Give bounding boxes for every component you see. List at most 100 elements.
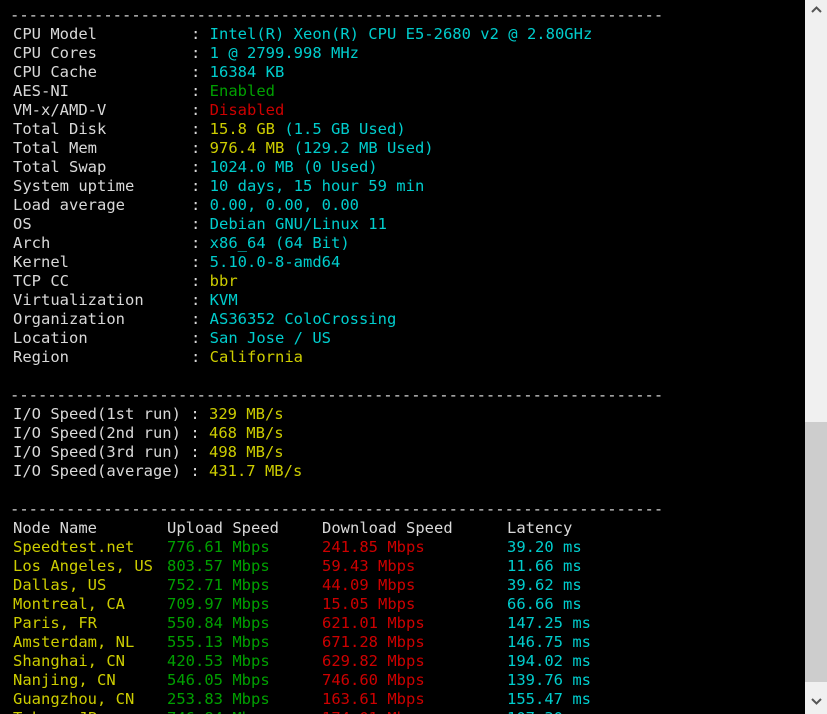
info-label: Virtualization bbox=[13, 291, 191, 310]
download-speed-cell: 671.28 Mbps bbox=[322, 633, 507, 652]
info-row: Region: California bbox=[0, 348, 805, 367]
info-value-secondary: (129.2 MB Used) bbox=[284, 139, 433, 157]
info-row: Organization: AS36352 ColoCrossing bbox=[0, 310, 805, 329]
info-colon: : bbox=[191, 25, 210, 43]
info-label: Total Swap bbox=[13, 158, 191, 177]
info-value: Intel(R) Xeon(R) CPU E5-2680 v2 @ 2.80GH… bbox=[210, 25, 593, 43]
separator-top: ----------------------------------------… bbox=[0, 6, 805, 25]
latency-cell: 39.62 ms bbox=[507, 576, 582, 595]
info-label: OS bbox=[13, 215, 191, 234]
scroll-down-button[interactable] bbox=[805, 692, 827, 714]
info-colon: : bbox=[191, 158, 210, 176]
info-value: 15.8 GB bbox=[210, 120, 275, 138]
io-speed-label: I/O Speed(2nd run) bbox=[13, 424, 190, 442]
info-row: Arch: x86_64 (64 Bit) bbox=[0, 234, 805, 253]
info-row: Load average: 0.00, 0.00, 0.00 bbox=[0, 196, 805, 215]
speedtest-row: Speedtest.net776.61 Mbps241.85 Mbps39.20… bbox=[0, 538, 805, 557]
download-speed-cell: 629.82 Mbps bbox=[322, 652, 507, 671]
node-name-cell: Guangzhou, CN bbox=[13, 690, 167, 709]
info-label: VM-x/AMD-V bbox=[13, 101, 191, 120]
scrollbar-track[interactable] bbox=[805, 22, 827, 692]
speedtest-row: Los Angeles, US803.57 Mbps59.43 Mbps11.6… bbox=[0, 557, 805, 576]
info-row: Location: San Jose / US bbox=[0, 329, 805, 348]
speedtest-row: Tokyo, JP746.84 Mbps174.01 Mbps107.30 ms bbox=[0, 709, 805, 714]
info-colon: : bbox=[191, 44, 210, 62]
info-colon: : bbox=[191, 253, 210, 271]
chevron-down-icon bbox=[811, 698, 822, 705]
io-speed-label: I/O Speed(1st run) bbox=[13, 405, 190, 423]
io-speed-block: I/O Speed(1st run) : 329 MB/sI/O Speed(2… bbox=[0, 405, 805, 481]
download-speed-cell: 174.01 Mbps bbox=[322, 709, 507, 714]
download-speed-cell: 59.43 Mbps bbox=[322, 557, 507, 576]
info-colon: : bbox=[191, 310, 210, 328]
info-value: Debian GNU/Linux 11 bbox=[210, 215, 387, 233]
info-row: CPU Cores: 1 @ 2799.998 MHz bbox=[0, 44, 805, 63]
speedtest-row: Montreal, CA709.97 Mbps15.05 Mbps66.66 m… bbox=[0, 595, 805, 614]
info-row: CPU Model: Intel(R) Xeon(R) CPU E5-2680 … bbox=[0, 25, 805, 44]
speedtest-row: Guangzhou, CN253.83 Mbps163.61 Mbps155.4… bbox=[0, 690, 805, 709]
upload-speed-cell: 420.53 Mbps bbox=[167, 652, 322, 671]
io-speed-value: 329 MB/s bbox=[209, 405, 284, 423]
info-value: bbr bbox=[210, 272, 238, 290]
io-speed-value: 431.7 MB/s bbox=[209, 462, 302, 480]
info-row: Total Disk: 15.8 GB (1.5 GB Used) bbox=[0, 120, 805, 139]
info-colon: : bbox=[191, 215, 210, 233]
info-value: 0.00, 0.00, 0.00 bbox=[210, 196, 359, 214]
speedtest-row: Shanghai, CN420.53 Mbps629.82 Mbps194.02… bbox=[0, 652, 805, 671]
vertical-scrollbar[interactable] bbox=[805, 0, 827, 714]
latency-cell: 147.25 ms bbox=[507, 614, 591, 633]
latency-header: Latency bbox=[507, 519, 572, 538]
info-colon: : bbox=[191, 101, 210, 119]
info-row: TCP CC: bbr bbox=[0, 272, 805, 291]
info-label: Location bbox=[13, 329, 191, 348]
node-name-cell: Tokyo, JP bbox=[13, 709, 167, 714]
node-name-cell: Paris, FR bbox=[13, 614, 167, 633]
info-row: Total Swap: 1024.0 MB (0 Used) bbox=[0, 158, 805, 177]
info-value: Enabled bbox=[210, 82, 275, 100]
speedtest-row: Amsterdam, NL555.13 Mbps671.28 Mbps146.7… bbox=[0, 633, 805, 652]
info-label: Kernel bbox=[13, 253, 191, 272]
info-colon: : bbox=[191, 196, 210, 214]
scroll-up-button[interactable] bbox=[805, 0, 827, 22]
info-colon: : bbox=[191, 329, 210, 347]
latency-cell: 66.66 ms bbox=[507, 595, 582, 614]
info-value: x86_64 (64 Bit) bbox=[210, 234, 350, 252]
upload-speed-header: Upload Speed bbox=[167, 519, 322, 538]
scrollbar-thumb[interactable] bbox=[805, 422, 827, 682]
info-value: 5.10.0-8-amd64 bbox=[210, 253, 341, 271]
info-value: San Jose / US bbox=[210, 329, 331, 347]
upload-speed-cell: 803.57 Mbps bbox=[167, 557, 322, 576]
info-colon: : bbox=[191, 291, 210, 309]
terminal-output[interactable]: ----------------------------------------… bbox=[0, 0, 805, 714]
download-speed-header: Download Speed bbox=[322, 519, 507, 538]
io-colon: : bbox=[190, 405, 209, 423]
latency-cell: 155.47 ms bbox=[507, 690, 591, 709]
download-speed-cell: 15.05 Mbps bbox=[322, 595, 507, 614]
spacer bbox=[0, 367, 805, 386]
speedtest-row: Nanjing, CN546.05 Mbps746.60 Mbps139.76 … bbox=[0, 671, 805, 690]
info-value: 976.4 MB bbox=[210, 139, 285, 157]
info-colon: : bbox=[191, 177, 210, 195]
info-colon: : bbox=[191, 120, 210, 138]
node-name-header: Node Name bbox=[13, 519, 167, 538]
info-value: 10 days, 15 hour 59 min bbox=[210, 177, 425, 195]
upload-speed-cell: 709.97 Mbps bbox=[167, 595, 322, 614]
info-value: AS36352 ColoCrossing bbox=[210, 310, 397, 328]
info-value: 1 @ 2799.998 MHz bbox=[210, 44, 359, 62]
info-colon: : bbox=[191, 348, 210, 366]
upload-speed-cell: 546.05 Mbps bbox=[167, 671, 322, 690]
node-name-cell: Shanghai, CN bbox=[13, 652, 167, 671]
info-label: CPU Cores bbox=[13, 44, 191, 63]
download-speed-cell: 746.60 Mbps bbox=[322, 671, 507, 690]
io-speed-label: I/O Speed(3rd run) bbox=[13, 443, 190, 461]
upload-speed-cell: 253.83 Mbps bbox=[167, 690, 322, 709]
info-row: Virtualization: KVM bbox=[0, 291, 805, 310]
io-speed-row: I/O Speed(2nd run) : 468 MB/s bbox=[0, 424, 805, 443]
download-speed-cell: 621.01 Mbps bbox=[322, 614, 507, 633]
info-label: Arch bbox=[13, 234, 191, 253]
info-label: TCP CC bbox=[13, 272, 191, 291]
info-label: CPU Model bbox=[13, 25, 191, 44]
info-row: VM-x/AMD-V: Disabled bbox=[0, 101, 805, 120]
speedtest-row: Dallas, US752.71 Mbps44.09 Mbps39.62 ms bbox=[0, 576, 805, 595]
info-value: KVM bbox=[210, 291, 238, 309]
